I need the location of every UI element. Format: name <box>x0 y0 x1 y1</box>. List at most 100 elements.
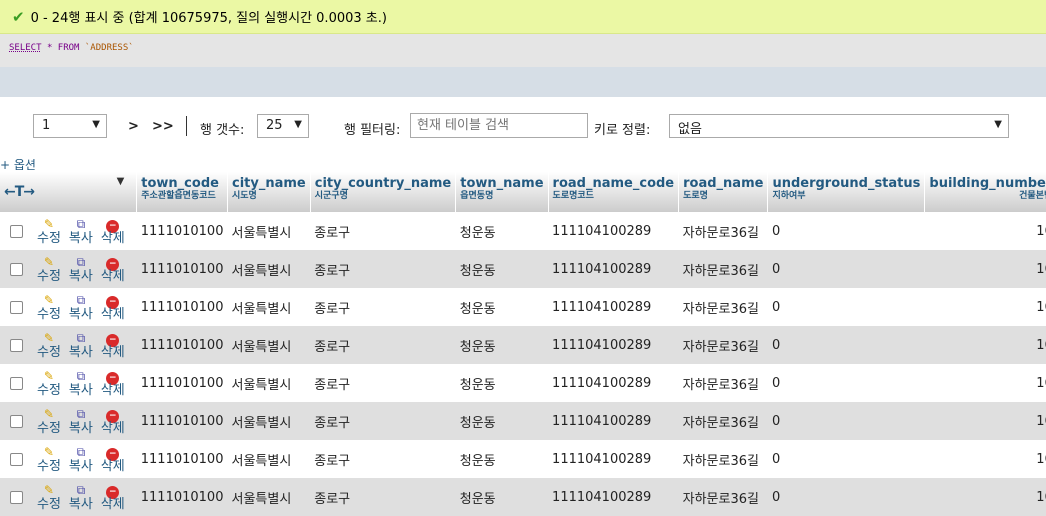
column-header-city-name[interactable]: city_name 시도명 <box>227 172 311 212</box>
cell-town-code[interactable]: 1111010100 <box>136 402 228 440</box>
column-header-town-code[interactable]: town_code 주소관할읍면동코드 <box>136 172 228 212</box>
cell-city-country-name[interactable]: 종로구 <box>310 250 456 288</box>
copy-button[interactable]: ⧉ 복사 <box>69 369 93 398</box>
edit-button[interactable]: ✎ 수정 <box>37 445 61 474</box>
edit-button[interactable]: ✎ 수정 <box>37 407 61 436</box>
cell-city-country-name[interactable]: 종로구 <box>310 212 456 250</box>
copy-button[interactable]: ⧉ 복사 <box>69 483 93 512</box>
cell-city-country-name[interactable]: 종로구 <box>310 440 456 478</box>
cell-road-name-code[interactable]: 111104100289 <box>548 402 679 440</box>
column-name[interactable]: underground_status <box>772 176 920 191</box>
sort-by-key-select[interactable]: 없음 ▼ <box>669 114 1009 138</box>
column-header-city-country-name[interactable]: city_country_name 시군구명 <box>310 172 457 212</box>
cell-city-name[interactable]: 서울특별시 <box>227 478 311 516</box>
cell-city-name[interactable]: 서울특별시 <box>227 250 311 288</box>
cell-town-name[interactable]: 청운동 <box>455 440 549 478</box>
cell-city-name[interactable]: 서울특별시 <box>227 364 311 402</box>
options-toggle[interactable]: + 옵션 <box>0 156 36 173</box>
delete-button[interactable]: − 삭제 <box>101 483 125 512</box>
row-checkbox[interactable] <box>10 490 23 504</box>
copy-button[interactable]: ⧉ 복사 <box>69 445 93 474</box>
cell-building-number[interactable]: 16 <box>924 326 1046 364</box>
cell-town-name[interactable]: 청운동 <box>455 364 549 402</box>
cell-underground-status[interactable]: 0 <box>767 364 925 402</box>
cell-town-name[interactable]: 청운동 <box>455 288 549 326</box>
cell-road-name-code[interactable]: 111104100289 <box>548 478 679 516</box>
cell-road-name[interactable]: 자하문로36길 <box>678 364 768 402</box>
cell-road-name[interactable]: 자하문로36길 <box>678 402 768 440</box>
column-name[interactable]: road_name <box>683 176 763 191</box>
edit-button[interactable]: ✎ 수정 <box>37 255 61 284</box>
column-header-road-name-code[interactable]: road_name_code 도로명코드 <box>548 172 680 212</box>
cell-town-code[interactable]: 1111010100 <box>136 440 228 478</box>
cell-town-name[interactable]: 청운동 <box>455 326 549 364</box>
cell-road-name[interactable]: 자하문로36길 <box>678 288 768 326</box>
copy-button[interactable]: ⧉ 복사 <box>69 407 93 436</box>
delete-button[interactable]: − 삭제 <box>101 407 125 436</box>
cell-underground-status[interactable]: 0 <box>767 440 925 478</box>
cell-road-name-code[interactable]: 111104100289 <box>548 250 679 288</box>
cell-road-name[interactable]: 자하문로36길 <box>678 212 768 250</box>
sql-keyword-select[interactable]: SELECT <box>9 43 42 53</box>
copy-button[interactable]: ⧉ 복사 <box>69 293 93 322</box>
cell-building-number[interactable]: 16 <box>924 288 1046 326</box>
cell-town-name[interactable]: 청운동 <box>455 212 549 250</box>
cell-city-name[interactable]: 서울특별시 <box>227 402 311 440</box>
cell-underground-status[interactable]: 0 <box>767 250 925 288</box>
table-row[interactable]: ✎ 수정 ⧉ 복사 − 삭제 1111010100 서울특별시 종로구 청운동 1111041002… <box>0 212 1046 250</box>
column-menu-arrow-icon[interactable]: ▼ <box>117 176 125 187</box>
row-filter-input[interactable] <box>410 113 588 138</box>
column-name[interactable]: town_name <box>460 176 543 191</box>
cell-building-number[interactable]: 16 <box>924 364 1046 402</box>
last-page-button[interactable]: >> <box>152 119 174 134</box>
cell-road-name[interactable]: 자하문로36길 <box>678 326 768 364</box>
table-row[interactable]: ✎ 수정 ⧉ 복사 − 삭제 1111010100 서울특별시 종로구 청운동 1111041002… <box>0 250 1046 288</box>
cell-building-number[interactable]: 16 <box>924 402 1046 440</box>
row-checkbox[interactable] <box>10 376 23 390</box>
cell-road-name-code[interactable]: 111104100289 <box>548 364 679 402</box>
row-checkbox[interactable] <box>10 300 23 314</box>
cell-road-name-code[interactable]: 111104100289 <box>548 288 679 326</box>
column-header-road-name[interactable]: road_name 도로명 <box>678 172 769 212</box>
column-resize-arrows-icon[interactable]: ←T→ <box>4 184 35 200</box>
cell-city-country-name[interactable]: 종로구 <box>310 478 456 516</box>
sql-query-box[interactable]: SELECT * FROM `ADDRESS` <box>0 34 1046 67</box>
cell-city-country-name[interactable]: 종로구 <box>310 288 456 326</box>
cell-city-country-name[interactable]: 종로구 <box>310 402 456 440</box>
cell-town-code[interactable]: 1111010100 <box>136 478 228 516</box>
cell-road-name-code[interactable]: 111104100289 <box>548 212 679 250</box>
column-name[interactable]: building_number <box>929 176 1046 191</box>
column-header-underground-status[interactable]: underground_status 지하여부 <box>767 172 926 212</box>
delete-button[interactable]: − 삭제 <box>101 255 125 284</box>
cell-underground-status[interactable]: 0 <box>767 288 925 326</box>
row-checkbox[interactable] <box>10 224 23 238</box>
cell-road-name-code[interactable]: 111104100289 <box>548 440 679 478</box>
table-row[interactable]: ✎ 수정 ⧉ 복사 − 삭제 1111010100 서울특별시 종로구 청운동 1111041002… <box>0 288 1046 326</box>
table-row[interactable]: ✎ 수정 ⧉ 복사 − 삭제 1111010100 서울특별시 종로구 청운동 1111041002… <box>0 326 1046 364</box>
cell-road-name[interactable]: 자하문로36길 <box>678 478 768 516</box>
cell-city-name[interactable]: 서울특별시 <box>227 440 311 478</box>
column-name[interactable]: city_country_name <box>315 176 452 191</box>
cell-building-number[interactable]: 16 <box>924 440 1046 478</box>
delete-button[interactable]: − 삭제 <box>101 445 125 474</box>
cell-town-name[interactable]: 청운동 <box>455 402 549 440</box>
copy-button[interactable]: ⧉ 복사 <box>69 217 93 246</box>
table-row[interactable]: ✎ 수정 ⧉ 복사 − 삭제 1111010100 서울특별시 종로구 청운동 1111041002… <box>0 478 1046 516</box>
cell-town-name[interactable]: 청운동 <box>455 478 549 516</box>
cell-building-number[interactable]: 16 <box>924 250 1046 288</box>
cell-building-number[interactable]: 16 <box>924 212 1046 250</box>
delete-button[interactable]: − 삭제 <box>101 369 125 398</box>
copy-button[interactable]: ⧉ 복사 <box>69 255 93 284</box>
table-row[interactable]: ✎ 수정 ⧉ 복사 − 삭제 1111010100 서울특별시 종로구 청운동 1111041002… <box>0 402 1046 440</box>
cell-road-name[interactable]: 자하문로36길 <box>678 440 768 478</box>
delete-button[interactable]: − 삭제 <box>101 217 125 246</box>
edit-button[interactable]: ✎ 수정 <box>37 369 61 398</box>
column-name[interactable]: town_code <box>141 176 223 191</box>
table-row[interactable]: ✎ 수정 ⧉ 복사 − 삭제 1111010100 서울특별시 종로구 청운동 1111041002… <box>0 440 1046 478</box>
cell-underground-status[interactable]: 0 <box>767 402 925 440</box>
table-row[interactable]: ✎ 수정 ⧉ 복사 − 삭제 1111010100 서울특별시 종로구 청운동 1111041002… <box>0 364 1046 402</box>
cell-town-name[interactable]: 청운동 <box>455 250 549 288</box>
rows-count-select[interactable]: 25 ▼ <box>257 114 309 138</box>
cell-city-country-name[interactable]: 종로구 <box>310 364 456 402</box>
next-page-button[interactable]: > <box>128 119 139 134</box>
